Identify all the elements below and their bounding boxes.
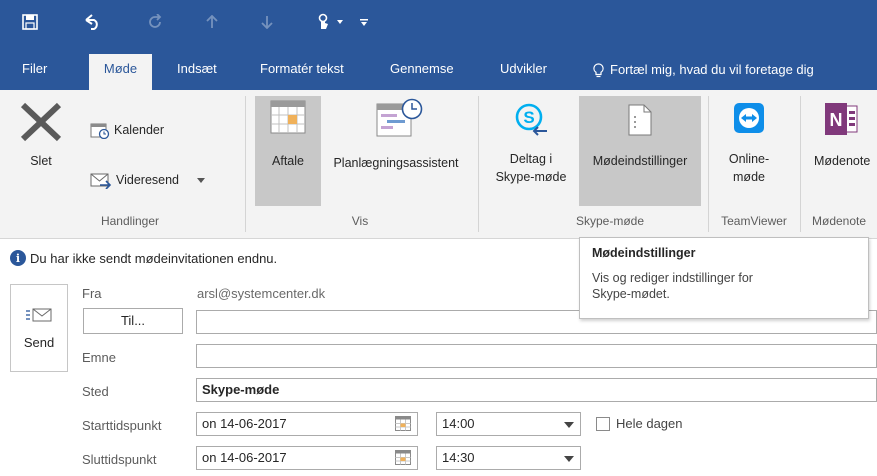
lightbulb-icon [593, 62, 604, 78]
end-date-field[interactable]: on 14-06-2017 [196, 446, 418, 470]
tooltip-body-line-2: Skype-mødet. [592, 287, 670, 301]
appointment-grid-icon [270, 100, 306, 134]
starttidspunkt-label: Starttidspunkt [82, 418, 162, 433]
group-label-skype: Skype-møde [575, 214, 645, 228]
send-button[interactable]: Send [10, 284, 68, 372]
sted-label: Sted [82, 384, 109, 399]
down-arrow-icon[interactable] [255, 10, 279, 34]
til-button[interactable]: Til... [83, 308, 183, 334]
planlaegningsassistent-button[interactable]: Planlægningsassistent [323, 96, 469, 206]
sted-field[interactable]: Skype-møde [196, 378, 877, 402]
start-time-value: 14:00 [442, 416, 475, 431]
touch-mode-icon[interactable] [312, 10, 348, 34]
onenote-icon: N [824, 102, 858, 136]
online-moede-button[interactable]: Online- møde [714, 96, 784, 206]
moedenote-label: Mødenote [814, 154, 871, 168]
end-date-value: on 14-06-2017 [202, 450, 287, 465]
dropdown-arrow-icon[interactable] [564, 456, 574, 462]
group-label-vis: Vis [351, 214, 369, 228]
tooltip-body: Vis og rediger indstillinger for Skype-m… [592, 270, 856, 302]
videresend-button[interactable]: Videresend [90, 168, 206, 192]
tooltip-body-line-1: Vis og rediger indstillinger for [592, 271, 753, 285]
emne-field[interactable] [196, 344, 877, 368]
group-label-moedenote: Mødenote [812, 214, 867, 228]
tell-me-box[interactable]: Fortæl mig, hvad du vil foretage dig [583, 56, 824, 90]
tab-udvikler[interactable]: Udvikler [490, 56, 557, 90]
end-time-value: 14:30 [442, 450, 475, 465]
undo-icon[interactable] [80, 10, 104, 34]
deltag-label-1: Deltag i [509, 152, 553, 166]
group-divider [708, 96, 709, 232]
moedenote-button[interactable]: N Mødenote [808, 96, 877, 206]
end-time-field[interactable]: 14:30 [436, 446, 581, 470]
group-label-teamviewer: TeamViewer [721, 214, 787, 228]
document-settings-icon [628, 104, 652, 136]
emne-label: Emne [82, 350, 116, 365]
group-divider [800, 96, 801, 232]
skype-join-icon: S [514, 102, 548, 136]
slet-button[interactable]: Slet [16, 96, 66, 206]
tooltip-moedeindstillinger: Mødeindstillinger Vis og rediger indstil… [579, 237, 869, 319]
start-date-value: on 14-06-2017 [202, 416, 287, 431]
deltag-label-2: Skype-møde [495, 170, 567, 184]
tab-gennemse[interactable]: Gennemse [380, 56, 464, 90]
tab-filer[interactable]: Filer [12, 56, 57, 90]
group-divider [478, 96, 479, 232]
kalender-button[interactable]: Kalender [90, 118, 164, 142]
tell-me-text: Fortæl mig, hvad du vil foretage dig [610, 62, 814, 77]
aftale-label: Aftale [272, 154, 304, 168]
send-label: Send [23, 335, 55, 350]
slet-label: Slet [30, 154, 52, 168]
info-message: Du har ikke sendt mødeinvitationen endnu… [30, 250, 278, 266]
info-bar: i Du har ikke sendt mødeinvitationen end… [10, 250, 277, 266]
svg-text:N: N [830, 110, 843, 130]
calendar-icon [90, 121, 110, 139]
tooltip-title: Mødeindstillinger [592, 246, 696, 260]
chevron-down-icon[interactable] [197, 177, 206, 183]
hele-dagen-label: Hele dagen [616, 416, 683, 431]
group-divider [245, 96, 246, 232]
aftale-button[interactable]: Aftale [255, 96, 321, 206]
group-label-handlinger: Handlinger [100, 214, 160, 228]
start-time-field[interactable]: 14:00 [436, 412, 581, 436]
teamviewer-icon [733, 102, 765, 134]
hele-dagen-checkbox[interactable] [596, 417, 610, 431]
kalender-label: Kalender [114, 123, 165, 137]
ribbon: Slet Kalender Videresend Handlinger Afta… [0, 90, 877, 239]
tab-moede[interactable]: Møde [89, 54, 152, 90]
planlaegning-label: Planlægningsassistent [333, 156, 459, 170]
start-date-field[interactable]: on 14-06-2017 [196, 412, 418, 436]
scheduling-assistant-icon [369, 98, 423, 138]
online-label-2: møde [733, 170, 765, 184]
videresend-label: Videresend [116, 173, 180, 187]
calendar-picker-icon[interactable] [395, 450, 411, 465]
fra-label: Fra [82, 286, 102, 301]
fra-value: arsl@systemcenter.dk [197, 286, 326, 301]
redo-icon[interactable] [143, 10, 167, 34]
sluttidspunkt-label: Sluttidspunkt [82, 452, 157, 467]
info-icon: i [10, 250, 26, 266]
send-mail-icon [26, 307, 52, 323]
online-label-1: Online- [728, 152, 770, 166]
moedeindstillinger-label: Mødeindstillinger [592, 154, 688, 168]
customize-icon[interactable] [352, 10, 376, 34]
tab-formater-tekst[interactable]: Formatér tekst [250, 56, 354, 90]
delete-x-icon [19, 102, 63, 142]
moedeindstillinger-button[interactable]: Mødeindstillinger [579, 96, 701, 206]
calendar-picker-icon[interactable] [395, 416, 411, 431]
save-icon[interactable] [18, 10, 42, 34]
tab-indsaet[interactable]: Indsæt [167, 56, 227, 90]
forward-mail-icon [90, 171, 112, 189]
up-arrow-icon[interactable] [200, 10, 224, 34]
ribbon-tabs: Filer Møde Indsæt Formatér tekst Gennems… [0, 44, 877, 90]
quick-access-toolbar [0, 0, 877, 44]
deltag-skype-button[interactable]: S Deltag i Skype-møde [488, 96, 574, 206]
dropdown-arrow-icon[interactable] [564, 422, 574, 428]
svg-text:S: S [523, 108, 534, 127]
